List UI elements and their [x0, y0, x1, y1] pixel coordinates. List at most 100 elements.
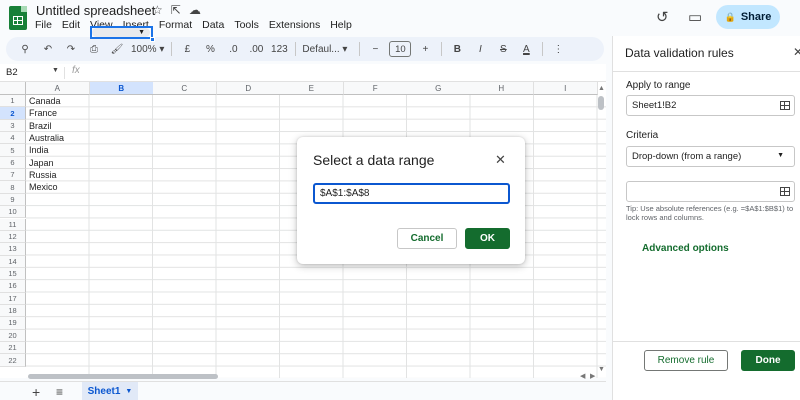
row-header-22[interactable]: 22	[0, 354, 26, 367]
row-header-20[interactable]: 20	[0, 329, 26, 342]
row-header-10[interactable]: 10	[0, 206, 26, 219]
select-range-icon[interactable]	[780, 101, 790, 110]
cell-a7[interactable]: Russia	[29, 169, 57, 181]
remove-rule-button[interactable]: Remove rule	[644, 350, 728, 371]
cell-a2[interactable]: France	[29, 107, 57, 119]
criteria-select[interactable]: Drop-down (from a range) ▼	[626, 146, 795, 167]
column-header-c[interactable]: C	[153, 82, 217, 95]
row-header-14[interactable]: 14	[0, 255, 26, 268]
row-header-13[interactable]: 13	[0, 243, 26, 256]
range-input[interactable]: $A$1:$A$8	[313, 183, 510, 204]
cloud-status-icon[interactable]: ☁	[189, 3, 201, 17]
star-icon[interactable]: ☆	[152, 3, 163, 17]
share-button[interactable]: 🔒 Share	[716, 5, 780, 29]
column-header-f[interactable]: F	[344, 82, 408, 95]
row-header-6[interactable]: 6	[0, 156, 26, 170]
column-header-h[interactable]: H	[470, 82, 534, 95]
row-header-18[interactable]: 18	[0, 304, 26, 318]
row-header-11[interactable]: 11	[0, 218, 26, 231]
increase-font-size-icon[interactable]: +	[416, 39, 434, 59]
apply-range-field[interactable]: Sheet1!B2	[626, 95, 795, 116]
cancel-button[interactable]: Cancel	[397, 228, 457, 249]
cell-a6[interactable]: Japan	[29, 157, 54, 169]
row-header-21[interactable]: 21	[0, 342, 26, 355]
cell-a5[interactable]: India	[29, 144, 49, 156]
sheet-tab[interactable]: Sheet1 ▼	[82, 382, 138, 400]
row-header-5[interactable]: 5	[0, 144, 26, 157]
all-sheets-icon[interactable]: ≡	[56, 385, 63, 399]
sheet-tab-caret-icon[interactable]: ▼	[125, 388, 132, 395]
version-history-icon[interactable]: ↺	[656, 8, 669, 26]
row-header-17[interactable]: 17	[0, 292, 26, 305]
dropdown-arrow-icon[interactable]: ▼	[138, 28, 145, 37]
row-header-1[interactable]: 1	[0, 95, 26, 108]
name-box-caret-icon[interactable]: ▼	[52, 67, 59, 74]
vertical-scrollbar[interactable]	[598, 96, 604, 110]
decrease-font-size-icon[interactable]: −	[366, 39, 384, 59]
horizontal-scrollbar[interactable]	[28, 374, 218, 379]
paint-format-icon[interactable]: 🖌	[108, 39, 126, 59]
row-header-12[interactable]: 12	[0, 230, 26, 244]
advanced-options-link[interactable]: Advanced options	[642, 243, 729, 254]
row-header-8[interactable]: 8	[0, 181, 26, 194]
column-header-d[interactable]: D	[217, 82, 281, 95]
column-header-i[interactable]: I	[534, 82, 598, 95]
row-header-16[interactable]: 16	[0, 280, 26, 293]
row-header-7[interactable]: 7	[0, 169, 26, 182]
text-color-button[interactable]: A	[517, 39, 535, 59]
bold-button[interactable]: B	[448, 39, 466, 59]
font-select[interactable]: Defaul... ▾	[302, 39, 352, 59]
row-header-4[interactable]: 4	[0, 132, 26, 145]
dropdown-chip[interactable]: ▼	[92, 28, 150, 37]
zoom-select[interactable]: 100% ▾	[131, 39, 164, 59]
fill-handle[interactable]	[150, 37, 155, 42]
menu-edit[interactable]: Edit	[62, 19, 80, 31]
sheets-logo-icon[interactable]	[9, 6, 27, 30]
row-header-3[interactable]: 3	[0, 119, 26, 133]
panel-close-icon[interactable]: ✕	[793, 45, 800, 59]
menu-data[interactable]: Data	[202, 19, 224, 31]
scroll-right-icon[interactable]: ▶	[590, 372, 595, 380]
more-options-icon[interactable]: ⋮	[549, 39, 567, 59]
percent-format-button[interactable]: %	[201, 39, 219, 59]
strikethrough-button[interactable]: S	[494, 39, 512, 59]
menu-tools[interactable]: Tools	[234, 19, 259, 31]
menu-file[interactable]: File	[35, 19, 52, 31]
scroll-left-icon[interactable]: ◀	[580, 372, 585, 380]
row-header-9[interactable]: 9	[0, 193, 26, 207]
comments-icon[interactable]: ▭	[688, 8, 702, 26]
column-header-e[interactable]: E	[280, 82, 344, 95]
decrease-decimal-button[interactable]: .0	[224, 39, 242, 59]
more-formats-button[interactable]: 123	[270, 39, 288, 59]
row-header-19[interactable]: 19	[0, 317, 26, 330]
select-range-icon[interactable]	[780, 187, 790, 196]
cell-a8[interactable]: Mexico	[29, 181, 58, 193]
cell-a1[interactable]: Canada	[29, 95, 61, 107]
scroll-up-icon[interactable]: ▲	[598, 85, 605, 92]
cell-a3[interactable]: Brazil	[29, 120, 52, 132]
dialog-close-icon[interactable]: ✕	[495, 152, 506, 168]
done-button[interactable]: Done	[741, 350, 795, 371]
document-title[interactable]: Untitled spreadsheet	[36, 3, 155, 18]
print-icon[interactable]: ⎙	[85, 39, 103, 59]
column-header-g[interactable]: G	[407, 82, 471, 95]
scroll-down-icon[interactable]: ▼	[598, 366, 605, 373]
menu-help[interactable]: Help	[330, 19, 352, 31]
criteria-range-field[interactable]	[626, 181, 795, 202]
row-header-2[interactable]: 2	[0, 107, 26, 120]
add-sheet-icon[interactable]: +	[32, 384, 40, 400]
font-size-input[interactable]: 10	[389, 41, 412, 57]
redo-icon[interactable]: ↷	[62, 39, 80, 59]
menu-format[interactable]: Format	[159, 19, 192, 31]
move-folder-icon[interactable]: ⇱	[171, 3, 181, 17]
name-box[interactable]: B2	[6, 67, 18, 78]
row-header-15[interactable]: 15	[0, 267, 26, 281]
select-all-corner[interactable]	[0, 82, 26, 95]
column-header-b[interactable]: B	[90, 82, 154, 95]
undo-icon[interactable]: ↶	[39, 39, 57, 59]
increase-decimal-button[interactable]: .00	[247, 39, 265, 59]
search-menus-icon[interactable]: ⚲	[16, 39, 34, 59]
column-header-a[interactable]: A	[26, 82, 90, 95]
italic-button[interactable]: I	[471, 39, 489, 59]
ok-button[interactable]: OK	[465, 228, 510, 249]
